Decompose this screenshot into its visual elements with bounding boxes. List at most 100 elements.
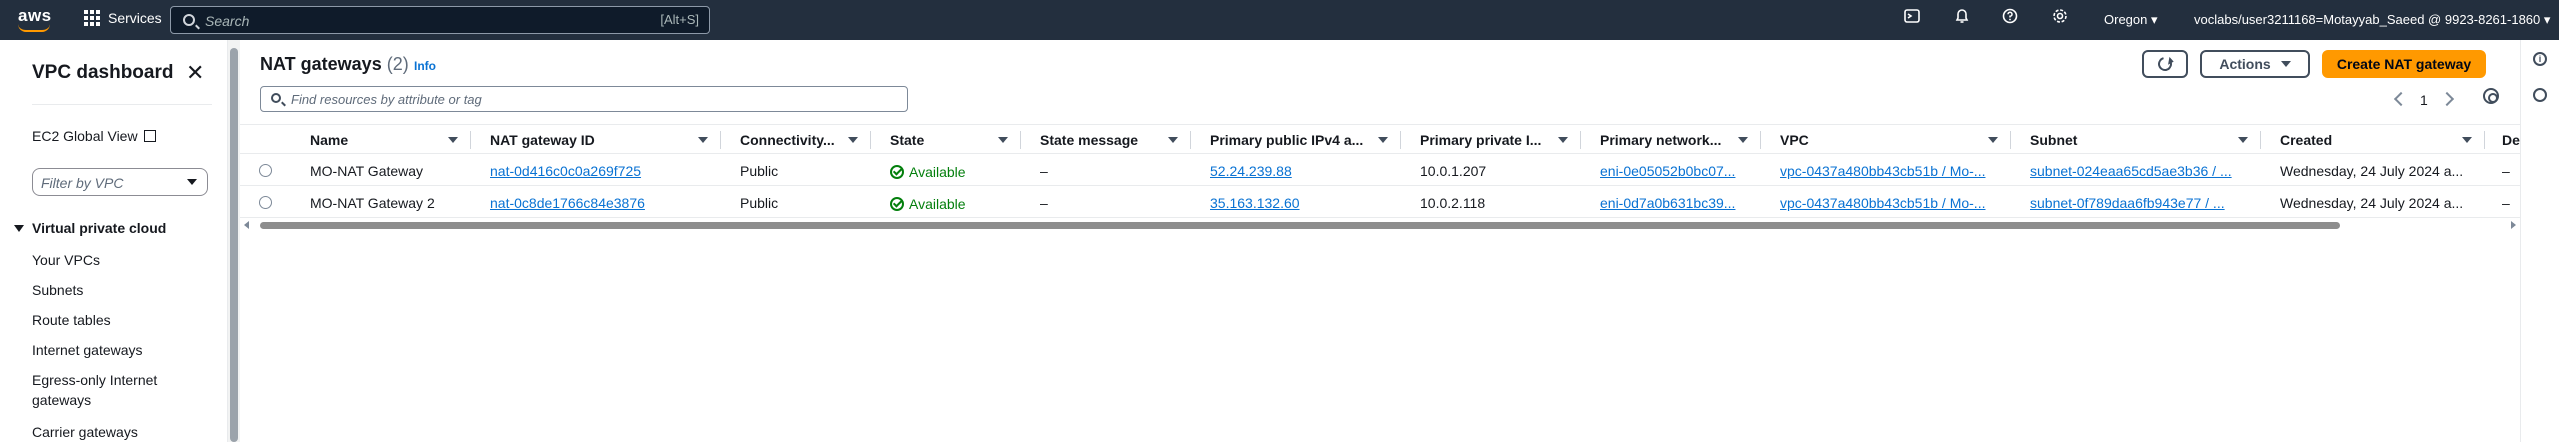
table-row[interactable]: MO-NAT Gateway nat-0d416c0c0a269f725 Pub… bbox=[240, 154, 2520, 186]
help-icon[interactable] bbox=[1998, 8, 2022, 32]
chevron-down-icon bbox=[187, 179, 197, 185]
sort-icon[interactable] bbox=[698, 137, 708, 143]
refresh-button[interactable] bbox=[2142, 50, 2188, 78]
cell-subnet-link[interactable]: subnet-024eaa65cd5ae3b36 / ... bbox=[2030, 163, 2256, 179]
info-panel-icon[interactable]: i bbox=[2533, 52, 2547, 66]
cell-created: Wednesday, 24 July 2024 a... bbox=[2280, 195, 2464, 211]
column-divider[interactable] bbox=[470, 131, 471, 149]
row-select-radio[interactable] bbox=[259, 196, 272, 209]
table-header: Name NAT gateway ID Connectivity... Stat… bbox=[240, 124, 2520, 154]
cell-vpc-link[interactable]: vpc-0437a480bb43cb51b / Mo-... bbox=[1780, 195, 2006, 211]
table-horizontal-scrollbar[interactable] bbox=[240, 220, 2520, 230]
column-header-name[interactable]: Name bbox=[310, 132, 420, 148]
aws-logo[interactable]: aws bbox=[18, 6, 52, 34]
cell-state-message: – bbox=[1040, 163, 1048, 179]
table-filter-input[interactable] bbox=[291, 90, 891, 108]
scroll-left-arrow-icon[interactable] bbox=[244, 221, 249, 229]
close-icon[interactable]: ✕ bbox=[186, 60, 204, 86]
cell-vpc-link[interactable]: vpc-0437a480bb43cb51b / Mo-... bbox=[1780, 163, 2006, 179]
table-preferences-gear-icon[interactable] bbox=[2483, 88, 2499, 104]
column-header-subnet[interactable]: Subnet bbox=[2030, 132, 2180, 148]
sort-icon[interactable] bbox=[2462, 137, 2472, 143]
filter-by-vpc-select[interactable]: Filter by VPC bbox=[32, 168, 208, 196]
chevron-left-icon[interactable] bbox=[2393, 91, 2409, 107]
sidebar-item-subnets[interactable]: Subnets bbox=[32, 282, 83, 298]
cell-eni-link[interactable]: eni-0e05052b0bc07... bbox=[1600, 163, 1760, 179]
column-divider[interactable] bbox=[1190, 131, 1191, 149]
sidebar-item-your-vpcs[interactable]: Your VPCs bbox=[32, 252, 100, 268]
account-menu[interactable]: voclabs/user3211168=Motayyab_Saeed @ 992… bbox=[2194, 12, 2550, 28]
chevron-right-icon[interactable] bbox=[2439, 91, 2455, 107]
column-divider[interactable] bbox=[720, 131, 721, 149]
notifications-bell-icon[interactable] bbox=[1950, 8, 1974, 32]
caret-down-icon bbox=[14, 224, 24, 232]
sort-icon[interactable] bbox=[1168, 137, 1178, 143]
tutorial-panel-icon[interactable] bbox=[2533, 88, 2547, 102]
column-header-deleted[interactable]: De bbox=[2502, 132, 2520, 148]
cell-nat-gateway-id-link[interactable]: nat-0d416c0c0a269f725 bbox=[490, 163, 710, 179]
sidebar-title[interactable]: VPC dashboard bbox=[32, 62, 173, 84]
row-select-radio[interactable] bbox=[259, 164, 272, 177]
global-search: [Alt+S] bbox=[170, 6, 710, 34]
column-divider[interactable] bbox=[2484, 131, 2485, 149]
sort-icon[interactable] bbox=[1738, 137, 1748, 143]
column-header-state-message[interactable]: State message bbox=[1040, 132, 1180, 148]
create-nat-gateway-button[interactable]: Create NAT gateway bbox=[2322, 50, 2486, 78]
column-header-primary-network-interface[interactable]: Primary network... bbox=[1600, 132, 1740, 148]
region-selector[interactable]: Oregon ▾ bbox=[2104, 12, 2158, 28]
actions-button[interactable]: Actions bbox=[2200, 50, 2310, 78]
cell-eni-link[interactable]: eni-0d7a0b631bc39... bbox=[1600, 195, 1760, 211]
status-success-icon bbox=[890, 165, 904, 179]
sidebar-section-virtual-private-cloud[interactable]: Virtual private cloud bbox=[14, 220, 166, 236]
divider bbox=[32, 104, 212, 105]
column-divider[interactable] bbox=[2260, 131, 2261, 149]
column-header-primary-public-ipv4[interactable]: Primary public IPv4 a... bbox=[1210, 132, 1370, 148]
cell-public-ip-link[interactable]: 35.163.132.60 bbox=[1210, 195, 1390, 211]
cell-name: MO-NAT Gateway bbox=[310, 163, 424, 179]
cloudshell-icon[interactable] bbox=[1900, 8, 1924, 32]
page-title: NAT gateways (2) bbox=[260, 54, 409, 74]
cell-subnet-link[interactable]: subnet-0f789daa6fb943e77 / ... bbox=[2030, 195, 2256, 211]
sidebar-item-carrier-gateways[interactable]: Carrier gateways bbox=[32, 424, 138, 440]
sort-icon[interactable] bbox=[1378, 137, 1388, 143]
column-divider[interactable] bbox=[1020, 131, 1021, 149]
settings-gear-icon[interactable] bbox=[2048, 8, 2072, 32]
sort-icon[interactable] bbox=[448, 137, 458, 143]
column-header-state[interactable]: State bbox=[890, 132, 990, 148]
scroll-right-arrow-icon[interactable] bbox=[2511, 221, 2516, 229]
sort-icon[interactable] bbox=[2238, 137, 2248, 143]
sort-icon[interactable] bbox=[1988, 137, 1998, 143]
column-header-primary-private-ip[interactable]: Primary private I... bbox=[1420, 132, 1560, 148]
info-link[interactable]: Info bbox=[414, 59, 436, 73]
scrollbar-thumb[interactable] bbox=[260, 222, 2340, 229]
column-divider[interactable] bbox=[2010, 131, 2011, 149]
cell-state: Available bbox=[890, 195, 1010, 212]
cell-public-ip-link[interactable]: 52.24.239.88 bbox=[1210, 163, 1390, 179]
sidebar-item-route-tables[interactable]: Route tables bbox=[32, 312, 111, 328]
table-row[interactable]: MO-NAT Gateway 2 nat-0c8de1766c84e3876 P… bbox=[240, 186, 2520, 218]
cell-private-ip: 10.0.1.207 bbox=[1420, 163, 1487, 179]
column-header-connectivity[interactable]: Connectivity... bbox=[740, 132, 840, 148]
column-divider[interactable] bbox=[870, 131, 871, 149]
search-icon bbox=[271, 93, 281, 103]
sidebar-item-internet-gateways[interactable]: Internet gateways bbox=[32, 342, 143, 358]
sort-icon[interactable] bbox=[848, 137, 858, 143]
cell-deleted: – bbox=[2502, 163, 2510, 179]
right-tools-rail: i bbox=[2520, 40, 2559, 442]
cell-nat-gateway-id-link[interactable]: nat-0c8de1766c84e3876 bbox=[490, 195, 710, 211]
sort-icon[interactable] bbox=[998, 137, 1008, 143]
sidebar-item-ec2-global-view[interactable]: EC2 Global View bbox=[32, 128, 156, 144]
sort-icon[interactable] bbox=[1558, 137, 1568, 143]
column-divider[interactable] bbox=[1400, 131, 1401, 149]
global-search-input[interactable] bbox=[205, 11, 645, 31]
column-divider[interactable] bbox=[1760, 131, 1761, 149]
services-menu-button[interactable]: Services bbox=[84, 10, 162, 26]
column-header-nat-gateway-id[interactable]: NAT gateway ID bbox=[490, 132, 640, 148]
sidebar-scrollbar-thumb[interactable] bbox=[230, 48, 238, 442]
column-header-created[interactable]: Created bbox=[2280, 132, 2430, 148]
sidebar-item-egress-only-internet-gateways-line2[interactable]: gateways bbox=[32, 392, 91, 408]
sidebar-item-egress-only-internet-gateways[interactable]: Egress-only Internet bbox=[32, 372, 157, 388]
column-divider[interactable] bbox=[1580, 131, 1581, 149]
column-header-vpc[interactable]: VPC bbox=[1780, 132, 1930, 148]
page-number[interactable]: 1 bbox=[2420, 92, 2428, 108]
